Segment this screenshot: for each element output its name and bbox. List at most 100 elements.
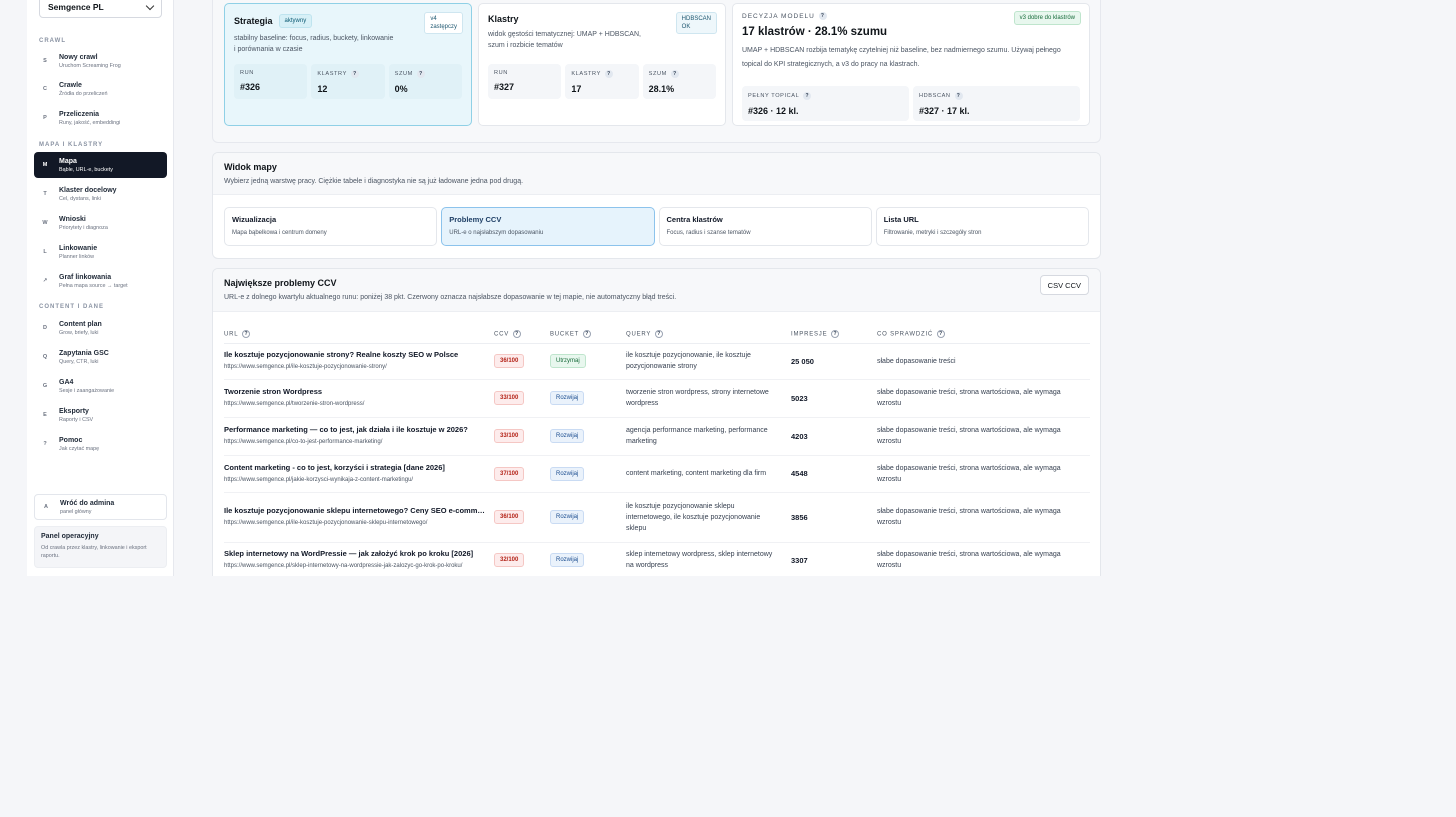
- url-path: https://www.semgence.pl/tworzenie-stron-…: [224, 401, 365, 407]
- section-label-content: CONTENT I DANE: [39, 304, 104, 310]
- stat-key: HDBSCAN: [919, 93, 951, 99]
- mode-card-strategy[interactable]: Strategia aktywny v4 zastępczy stabilny …: [224, 3, 472, 126]
- col-label: IMPRESJE: [791, 331, 828, 338]
- map-view-tabs: Wizualizacja Mapa bąbelkowa i centrum dom…: [224, 207, 1089, 246]
- url-title[interactable]: Ile kosztuje pozycjonowanie strony? Real…: [224, 349, 486, 360]
- tab-sub: Focus, radius i szanse tematów: [666, 230, 751, 236]
- impressions-cell: 3856: [791, 492, 877, 543]
- help-icon[interactable]: ?: [513, 329, 522, 338]
- sidebar-item-recalculations[interactable]: P Przeliczenia Runy, jakość, embeddingi: [34, 105, 167, 131]
- help-icon[interactable]: ?: [350, 70, 359, 78]
- sidebar-item-label: Zapytania GSC: [59, 349, 109, 357]
- sidebar-item-help[interactable]: ? Pomoc Jak czytać mapę: [34, 431, 167, 457]
- query-cell: content marketing, content marketing dla…: [626, 455, 791, 493]
- tab-url-list[interactable]: Lista URL Filtrowanie, metryki i szczegół…: [875, 207, 1089, 246]
- stat-run: RUN #326: [234, 64, 308, 99]
- query-cell: agencja performance marketing, performan…: [626, 417, 791, 456]
- help-icon[interactable]: ?: [416, 70, 425, 78]
- decision-title: 17 klastrów · 28.1% szumu: [742, 26, 888, 38]
- url-title[interactable]: Performance marketing — co to jest, jak …: [224, 424, 486, 435]
- help-icon[interactable]: ?: [831, 329, 840, 338]
- model-mode-panel: Strategia aktywny v4 zastępczy stabilny …: [212, 0, 1101, 143]
- query-cell: sklep internetowy wordpress, sklep inter…: [626, 542, 791, 576]
- workspace-select[interactable]: Semgence PL: [39, 0, 162, 18]
- sidebar-item-sub: Sesje i zaangażowanie: [59, 387, 115, 394]
- col-bucket[interactable]: BUCKET?: [550, 325, 626, 344]
- col-ccv[interactable]: CCV?: [494, 325, 550, 344]
- stat-key: KLASTRY: [317, 71, 347, 77]
- section-label-crawl: CRAWL: [39, 38, 66, 44]
- col-url[interactable]: URL?: [224, 325, 494, 344]
- sidebar-item-map[interactable]: M Mapa Bąble, URL-e, buckety: [34, 152, 167, 178]
- mode-card-clusters[interactable]: Klastry HDBSCAN OK widok gęstości tematy…: [478, 3, 726, 126]
- sidebar-item-link-graph[interactable]: ↗ Graf linkowania Pełna mapa source → tar…: [34, 268, 167, 294]
- col-impressions[interactable]: IMPRESJE?: [791, 325, 877, 344]
- col-query[interactable]: QUERY?: [626, 325, 791, 344]
- sidebar-item-crawls[interactable]: C Crawle Źródła do przeliczeń: [34, 76, 167, 102]
- url-title[interactable]: Ile kosztuje pozycjonowanie sklepu inter…: [224, 505, 486, 516]
- col-check[interactable]: CO SPRAWDZIĆ?: [877, 325, 1090, 344]
- check-cell: słabe dopasowanie treści: [877, 343, 1090, 380]
- sidebar-item-linking[interactable]: L Linkowanie Planner linków: [34, 239, 167, 265]
- map-view-section: Widok mapy Wybierz jedną warstwę pracy. …: [212, 152, 1101, 259]
- bucket-badge: Rozwijaj: [550, 510, 585, 524]
- sidebar-item-insights[interactable]: W Wnioski Priorytety i diagnoza: [34, 210, 167, 236]
- status-badge: aktywny: [278, 14, 313, 28]
- url-title[interactable]: Sklep internetowy na WordPressie — jak z…: [224, 548, 486, 559]
- table-row[interactable]: Content marketing - co to jest, korzyści…: [224, 455, 1090, 493]
- gsc-queries-icon: Q: [42, 354, 48, 360]
- url-title[interactable]: Tworzenie stron Wordpress: [224, 386, 486, 397]
- tab-sub: Mapa bąbelkowa i centrum domeny: [232, 230, 327, 236]
- bucket-badge: Rozwijaj: [550, 466, 585, 481]
- help-icon[interactable]: ?: [604, 70, 613, 78]
- sidebar-item-exports[interactable]: E Eksporty Raporty i CSV: [34, 402, 167, 428]
- sidebar-item-sub: Pełna mapa source → target: [59, 282, 128, 289]
- section-title: Największe problemy CCV: [224, 278, 337, 288]
- impressions-cell: 5023: [791, 379, 877, 418]
- tab-sub: Filtrowanie, metryki i szczegóły stron: [883, 230, 982, 236]
- table-row[interactable]: Tworzenie stron Wordpress https://www.sem…: [224, 379, 1090, 418]
- help-icon[interactable]: ?: [803, 92, 812, 100]
- tab-cluster-centers[interactable]: Centra klastrów Focus, radius i szanse te…: [658, 207, 872, 246]
- sidebar-item-sub: Jak czytać mapę: [59, 445, 100, 452]
- impressions-cell: 25 050: [791, 343, 877, 380]
- sidebar-item-ga4[interactable]: G GA4 Sesje i zaangażowanie: [34, 373, 167, 399]
- bucket-badge: Rozwijaj: [550, 553, 585, 567]
- query-cell: ile kosztuje pozycjonowanie, ile kosztuj…: [626, 343, 791, 380]
- help-icon[interactable]: ?: [954, 92, 963, 100]
- sidebar-item-sub: Planner linków: [59, 253, 95, 260]
- tab-ccv-problems[interactable]: Problemy CCV URL-e o najsłabszym dopasowa…: [441, 207, 655, 246]
- ccv-problems-table: URL? CCV? BUCKET? QUERY? IMPRESJE? CO SP…: [224, 325, 1090, 576]
- help-icon[interactable]: ?: [242, 329, 251, 338]
- table-row[interactable]: Ile kosztuje pozycjonowanie strony? Real…: [224, 343, 1090, 380]
- tab-label: Lista URL: [883, 215, 919, 224]
- stat-key: RUN: [494, 70, 508, 76]
- stat-value: 28.1%: [648, 84, 675, 94]
- ops-panel-title: Panel operacyjny: [41, 533, 99, 540]
- target-cluster-icon: T: [43, 191, 47, 197]
- sidebar-item-content-plan[interactable]: D Content plan Grow, briefy, luki: [34, 315, 167, 341]
- mode-desc: widok gęstości tematycznej: UMAP + HDBSC…: [488, 31, 641, 49]
- section-subtitle: URL-e z dolnego kwartylu aktualnego runu…: [224, 294, 677, 301]
- bucket-badge: Rozwijaj: [550, 391, 585, 405]
- sidebar-item-label: Wnioski: [59, 215, 86, 223]
- help-icon[interactable]: ?: [818, 12, 827, 20]
- impressions-cell: 4203: [791, 417, 877, 456]
- table-row[interactable]: Ile kosztuje pozycjonowanie sklepu inter…: [224, 492, 1090, 543]
- sidebar-item-gsc-queries[interactable]: Q Zapytania GSC Query, CTR, luki: [34, 344, 167, 370]
- tab-visualization[interactable]: Wizualizacja Mapa bąbelkowa i centrum dom…: [224, 207, 438, 246]
- stat-value: #326 · 12 kl.: [748, 106, 799, 116]
- help-icon[interactable]: ?: [937, 329, 946, 338]
- back-to-admin-button[interactable]: A Wróć do admina panel główny: [34, 494, 167, 520]
- sidebar-item-sub: Query, CTR, luki: [59, 358, 99, 365]
- help-icon[interactable]: ?: [670, 70, 679, 78]
- url-title[interactable]: Content marketing - co to jest, korzyści…: [224, 462, 486, 473]
- help-icon[interactable]: ?: [583, 329, 592, 338]
- sidebar-item-target-cluster[interactable]: T Klaster docelowy Cel, dystans, linki: [34, 181, 167, 207]
- csv-export-button[interactable]: CSV CCV: [1039, 275, 1089, 295]
- table-row[interactable]: Sklep internetowy na WordPressie — jak z…: [224, 542, 1090, 576]
- help-icon[interactable]: ?: [655, 329, 664, 338]
- sidebar-item-new-crawl[interactable]: S Nowy crawl Uruchom Screaming Frog: [34, 48, 167, 74]
- chevron-down-icon: [145, 1, 155, 10]
- table-row[interactable]: Performance marketing — co to jest, jak …: [224, 417, 1090, 456]
